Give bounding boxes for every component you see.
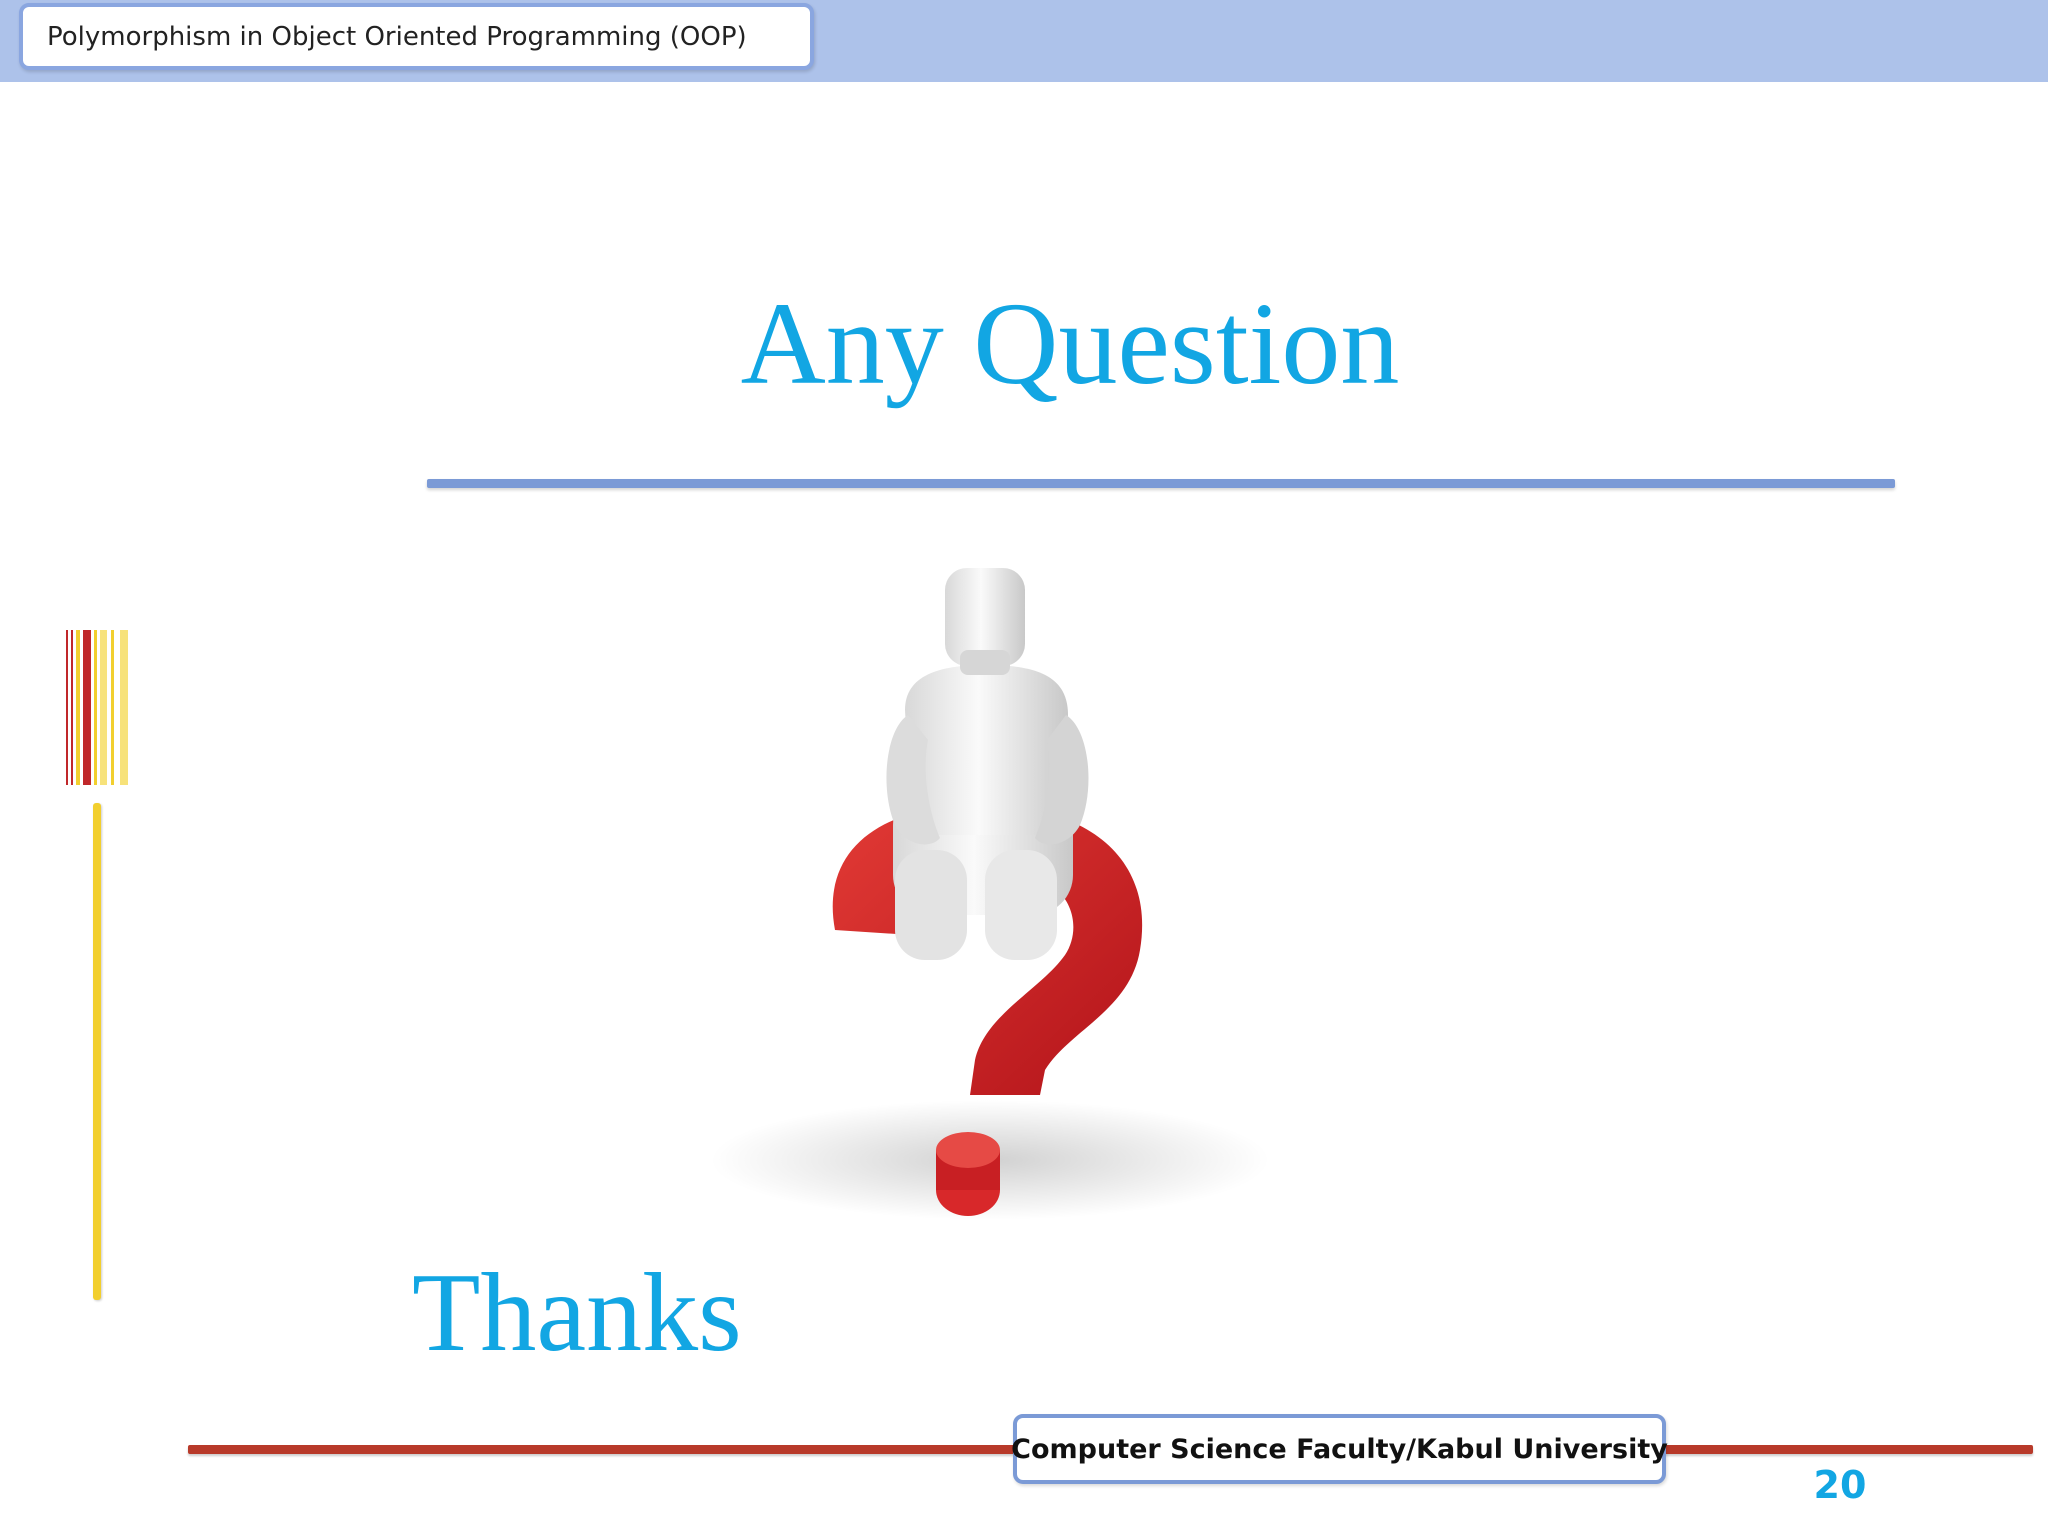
heading-divider xyxy=(427,479,1895,488)
footer-rule-left xyxy=(188,1445,1018,1454)
footer-institution: Computer Science Faculty/Kabul Universit… xyxy=(1011,1414,1668,1484)
footer-rule-right xyxy=(1660,1445,2033,1454)
decorative-vertical-line xyxy=(93,803,101,1300)
presentation-title: Polymorphism in Object Oriented Programm… xyxy=(19,3,814,70)
question-mark-person-icon xyxy=(710,568,1270,1220)
slide-heading: Any Question xyxy=(740,278,1400,409)
closing-text: Thanks xyxy=(412,1251,742,1375)
decorative-stripes xyxy=(66,630,128,785)
page-number: 20 xyxy=(1813,1463,1867,1507)
